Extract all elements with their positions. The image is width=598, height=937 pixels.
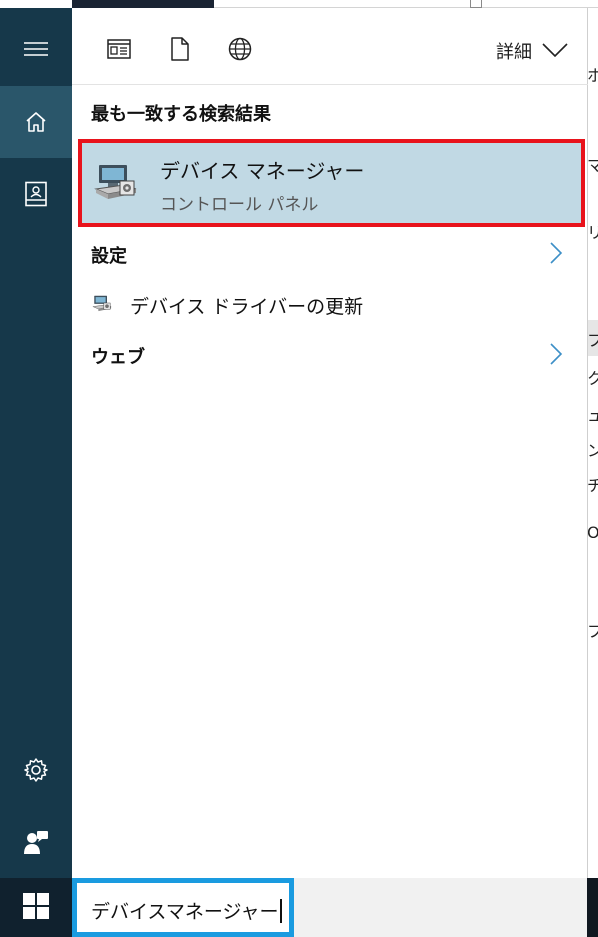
documents-filter-icon [170,37,190,65]
home-button[interactable] [0,86,72,158]
background-text-fragment: ン [587,441,598,460]
best-match-title: デバイス マネージャー [160,159,365,183]
gear-icon [23,757,49,783]
settings-item[interactable]: デバイス ドライバーの更新 [90,292,363,319]
background-text-fragment: マ [587,156,598,175]
search-input[interactable]: デバイスマネージャー [72,878,294,937]
web-filter-button[interactable] [226,37,254,65]
background-text-fragment: チ [587,476,598,495]
background-text-fragment: ュ [587,406,598,425]
notebook-button[interactable] [0,158,72,230]
search-results-panel: 詳細 最も一致する検索結果 デバイス マネージャー コントロール パネル 設定 [72,8,588,878]
web-filter-icon [228,37,252,65]
search-input-text: デバイスマネージャー [91,897,282,924]
best-match-heading: 最も一致する検索結果 [91,104,271,125]
web-heading[interactable]: ウェブ [91,343,145,369]
search-query: デバイスマネージャー [91,901,279,923]
device-manager-icon [94,159,138,203]
windows-logo-icon [23,892,49,923]
home-icon [24,110,48,134]
chevron-down-icon [542,41,568,62]
settings-item-label: デバイス ドライバーの更新 [130,296,364,318]
feedback-icon [23,829,49,855]
web-chevron-right-icon[interactable] [549,342,563,366]
background-dark-strip [72,0,214,8]
background-text-fragment: フ [587,622,598,641]
background-text-fragment: フ [587,331,598,350]
background-title-bar [72,0,598,8]
taskbar: デバイスマネージャー [0,878,587,937]
more-filters-label: 詳細 [496,42,532,63]
more-filters-button[interactable]: 詳細 [496,38,568,64]
hamburger-icon [24,42,48,56]
search-filter-toolbar: 詳細 [72,8,588,85]
settings-heading[interactable]: 設定 [91,242,127,268]
background-text-fragment: Or [587,523,598,542]
settings-button[interactable] [0,734,72,806]
best-match-subtitle: コントロール パネル [160,195,319,215]
settings-chevron-right-icon[interactable] [549,241,563,265]
background-text-fragment: ホ [587,66,598,85]
notebook-icon [24,181,48,207]
background-window-button [470,0,482,8]
start-left-rail [0,8,72,878]
text-cursor [279,899,282,923]
apps-filter-icon [107,39,131,63]
best-match-result[interactable]: デバイス マネージャー コントロール パネル [78,139,585,227]
device-manager-icon [90,293,114,318]
menu-button[interactable] [0,13,72,85]
apps-filter-button[interactable] [105,37,133,65]
background-text-fragment: ク [587,369,598,388]
feedback-button[interactable] [0,806,72,878]
documents-filter-button[interactable] [166,37,194,65]
background-taskbar-segment [587,878,598,937]
start-button[interactable] [0,878,72,937]
background-text-fragment: リ [587,223,598,242]
